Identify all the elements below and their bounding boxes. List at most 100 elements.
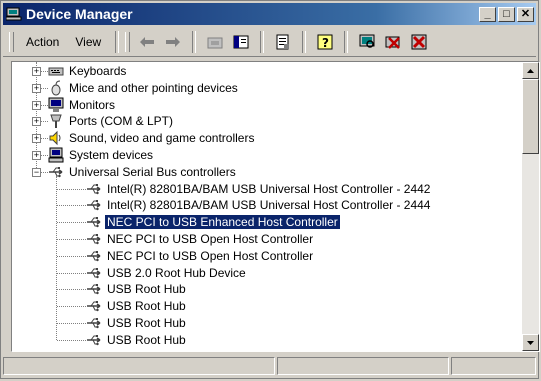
status-panel [451, 357, 536, 375]
tree-category-item[interactable]: Keyboards [48, 63, 128, 79]
tree-category-label: Ports (COM & LPT) [69, 114, 174, 129]
usb-device-label: USB 2.0 Root Hub Device [107, 265, 246, 280]
device-tree-view: Keyboards + Mice and other pointing device… [12, 62, 522, 351]
device-tree[interactable]: Keyboards + Mice and other pointing device… [11, 61, 540, 352]
usb-icon [86, 181, 102, 197]
usb-device-label: USB Root Hub [107, 332, 186, 347]
maximize-button[interactable]: □ [498, 6, 515, 22]
menu-action[interactable]: Action [18, 32, 67, 52]
usb-device-item[interactable]: NEC PCI to USB Open Host Controller [86, 248, 315, 264]
usb-device-label: USB Root Hub [107, 299, 186, 314]
tree-connector [57, 255, 86, 257]
computer-icon [48, 147, 64, 163]
device-manager-icon [6, 7, 22, 21]
scan-hardware-icon[interactable] [356, 31, 378, 53]
scrollbar-thumb[interactable] [522, 79, 539, 154]
device-manager-window: Device Manager _ □ ✕ Action View ? Keybo… [0, 0, 540, 379]
mouse-icon [48, 80, 64, 96]
usb-device-item[interactable]: USB Root Hub [86, 298, 188, 314]
usb-device-item[interactable]: Intel(R) 82801BA/BAM USB Universal Host … [86, 197, 432, 213]
toolbar-separator [192, 31, 197, 53]
menu-view[interactable]: View [67, 32, 109, 52]
tree-category-label: Keyboards [69, 64, 127, 78]
status-panel [277, 357, 449, 375]
usb-device-item[interactable]: USB Root Hub [86, 281, 188, 297]
tree-category-label: Sound, video and game controllers [69, 131, 255, 146]
tree-category-item[interactable]: Monitors [48, 97, 117, 113]
keyboard-icon [48, 63, 64, 79]
tree-connector [56, 175, 57, 340]
disable-icon[interactable] [408, 31, 430, 53]
tree-connector [57, 239, 86, 240]
tree-category-item[interactable]: Ports (COM & LPT) [48, 113, 175, 129]
tree-category-label: Universal Serial Bus controllers [69, 164, 236, 179]
usb-device-item[interactable]: NEC PCI to USB Enhanced Host Controller [86, 214, 341, 231]
menu-action-label: Action [26, 35, 60, 49]
usb-device-label: NEC PCI to USB Open Host Controller [107, 232, 314, 246]
expand-button[interactable]: + [32, 151, 41, 160]
status-bar [3, 357, 536, 377]
usb-icon [86, 265, 102, 281]
uninstall-icon[interactable] [382, 31, 404, 53]
properties-icon[interactable] [272, 31, 294, 53]
usb-device-item[interactable]: Intel(R) 82801BA/BAM USB Universal Host … [86, 181, 432, 197]
toolbar-grip [9, 32, 14, 52]
usb-device-item[interactable]: USB 2.0 Root Hub Device [86, 265, 248, 281]
back-arrow-icon[interactable] [136, 31, 158, 53]
collapse-button[interactable]: − [32, 167, 41, 177]
expand-button[interactable]: + [32, 134, 41, 144]
expand-button[interactable]: + [32, 117, 41, 127]
help-icon[interactable]: ? [314, 31, 336, 53]
usb-icon [86, 332, 102, 348]
svg-text:?: ? [322, 36, 329, 50]
sound-icon [48, 130, 64, 146]
usb-icon [86, 214, 102, 230]
usb-device-item[interactable]: NEC PCI to USB Open Host Controller [86, 231, 315, 247]
tree-connector [57, 272, 86, 274]
tree-connector [57, 289, 86, 291]
usb-icon [86, 248, 102, 264]
tree-category-label: System devices [69, 148, 154, 162]
tree-connector [57, 323, 86, 324]
tree-connector [57, 306, 86, 308]
usb-device-item[interactable]: USB Root Hub [86, 315, 188, 331]
toolbar-separator [260, 31, 265, 53]
up-folder-icon[interactable] [204, 31, 226, 53]
window-title: Device Manager [26, 6, 133, 22]
usb-device-item[interactable]: USB Root Hub [86, 332, 188, 348]
toolbar-separator [302, 31, 307, 53]
show-hide-tree-icon[interactable] [230, 31, 252, 53]
usb-icon [86, 298, 102, 314]
tree-connector [57, 222, 86, 224]
expand-button[interactable]: + [32, 100, 41, 110]
vertical-scrollbar[interactable] [522, 62, 539, 351]
usb-device-label: USB Root Hub [107, 316, 186, 330]
usb-icon [86, 197, 102, 213]
tree-category-item[interactable]: Sound, video and game controllers [48, 130, 256, 146]
menu-toolbar: Action View ? [3, 28, 536, 57]
tree-connector [57, 205, 86, 207]
forward-arrow-icon[interactable] [162, 31, 184, 53]
usb-device-label: NEC PCI to USB Open Host Controller [107, 248, 314, 263]
expand-button[interactable]: + [32, 83, 41, 93]
toolbar-grip-2 [125, 32, 131, 52]
tree-category-item[interactable]: System devices [48, 147, 155, 163]
toolbar-separator [344, 31, 349, 53]
usb-device-label: Intel(R) 82801BA/BAM USB Universal Host … [107, 181, 431, 196]
menu-view-label: View [75, 35, 102, 49]
tree-category-item[interactable]: Mice and other pointing devices [48, 80, 240, 96]
scroll-down-button[interactable] [522, 334, 539, 351]
close-button[interactable]: ✕ [517, 6, 534, 22]
expand-button[interactable]: + [32, 67, 41, 76]
scroll-up-button[interactable] [522, 62, 539, 79]
usb-icon [86, 281, 102, 297]
usb-icon [86, 231, 102, 247]
usb-device-label: Intel(R) 82801BA/BAM USB Universal Host … [107, 198, 431, 213]
title-bar[interactable]: Device Manager _ □ ✕ [3, 3, 536, 25]
minimize-button[interactable]: _ [479, 6, 496, 22]
toolbar-separator [115, 31, 120, 53]
usb-device-label: NEC PCI to USB Enhanced Host Controller [104, 214, 341, 231]
usb-icon [86, 315, 102, 331]
usb-device-label: USB Root Hub [107, 282, 186, 297]
tree-category-item[interactable]: Universal Serial Bus controllers [48, 164, 238, 180]
